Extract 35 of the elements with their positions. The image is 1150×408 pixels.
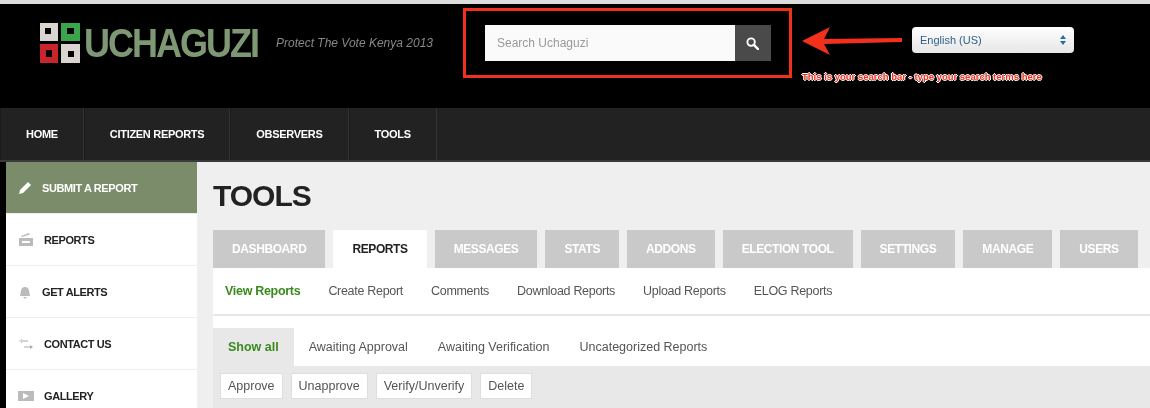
logo-icon [40, 23, 80, 63]
subnav-link[interactable]: View Reports [225, 284, 301, 298]
bell-icon [18, 284, 32, 299]
filter-tab[interactable]: Awaiting Verification [422, 328, 565, 366]
arrows-icon [18, 337, 34, 350]
action-button[interactable]: Verify/Unverify [375, 373, 473, 399]
action-button[interactable]: Delete [480, 373, 533, 399]
search-button[interactable] [735, 25, 771, 61]
filter-tab[interactable]: Show all [213, 328, 294, 366]
subnav-link[interactable]: ELOG Reports [753, 284, 833, 298]
sidebar-item[interactable]: SUBMIT A REPORT [6, 162, 197, 214]
action-button[interactable]: Approve [220, 373, 283, 399]
nav-link[interactable]: CITIZEN REPORTS [83, 108, 231, 160]
subnav-link[interactable]: Download Reports [517, 284, 616, 298]
subnav-link[interactable]: Create Report [328, 284, 403, 298]
nav-link[interactable]: HOME [0, 108, 84, 160]
page-title: TOOLS [213, 178, 312, 214]
tray-icon [18, 232, 34, 247]
action-button[interactable]: Unapprove [290, 373, 368, 399]
tab[interactable]: REPORTS [333, 230, 427, 268]
stepper-icon [1060, 35, 1066, 45]
subnav-link[interactable]: Upload Reports [643, 284, 726, 298]
language-select[interactable]: English (US) [912, 27, 1074, 53]
nav-link[interactable]: OBSERVERS [230, 108, 349, 160]
search-field[interactable]: Search Uchaguzi [485, 25, 735, 61]
subnav-link[interactable]: Comments [431, 284, 490, 298]
nav-link[interactable]: TOOLS [348, 108, 437, 160]
filter-tab[interactable]: Awaiting Approval [293, 328, 423, 366]
search-icon [746, 36, 760, 50]
pencil-icon [18, 180, 32, 195]
tagline: Protect The Vote Kenya 2013 [276, 36, 433, 50]
logo-wordmark: UCHAGUZI [84, 18, 258, 68]
film-icon [18, 389, 34, 402]
filter-tab[interactable]: Uncategorized Reports [564, 328, 723, 366]
annotation-text: This is your search bar - type your search terms here [802, 71, 1043, 82]
